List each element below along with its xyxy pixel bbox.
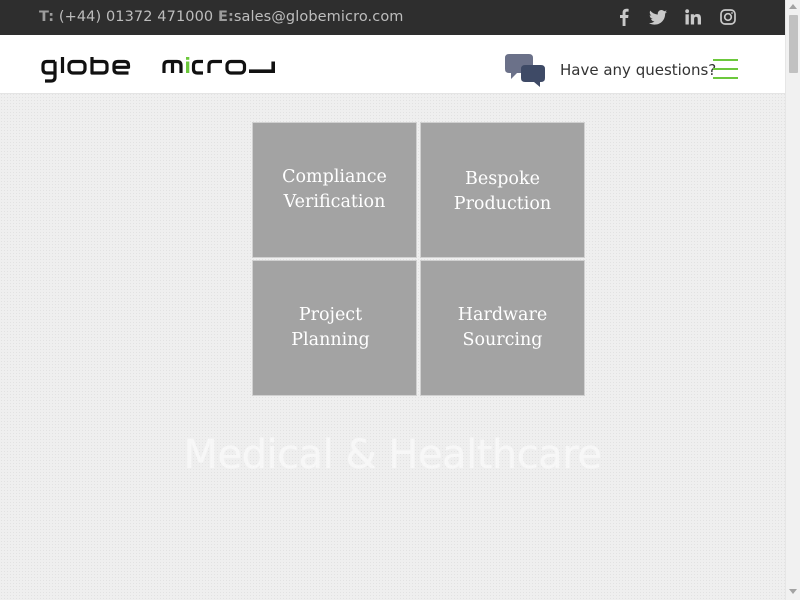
linkedin-icon[interactable] bbox=[683, 7, 703, 27]
tile-hardware-sourcing[interactable]: Hardware Sourcing bbox=[420, 260, 585, 396]
tile-compliance-verification[interactable]: Compliance Verification bbox=[252, 122, 417, 258]
tile-label-line2: Verification bbox=[283, 192, 386, 212]
tile-label-line2: Planning bbox=[291, 330, 370, 350]
section-title: Medical & Healthcare bbox=[183, 432, 602, 478]
tile-label-line2: Sourcing bbox=[462, 330, 543, 350]
menu-hamburger-icon[interactable] bbox=[713, 57, 739, 81]
tile-label-line2: Production bbox=[453, 194, 552, 214]
site-header: Have any questions? bbox=[0, 35, 785, 94]
page-scrollbar[interactable] bbox=[785, 0, 800, 600]
scroll-up-arrow-icon[interactable] bbox=[789, 4, 797, 9]
globe-micro-logo[interactable] bbox=[41, 57, 277, 83]
page-viewport: T: (+44) 01372 471000 E:sales@globemicro… bbox=[0, 0, 785, 600]
email-link[interactable]: sales@globemicro.com bbox=[234, 9, 404, 25]
phone-number[interactable]: (+44) 01372 471000 bbox=[59, 9, 213, 25]
chat-bubbles-icon bbox=[505, 52, 547, 88]
tile-project-planning[interactable]: Project Planning bbox=[252, 260, 417, 396]
tile-label-line1: Project bbox=[298, 305, 363, 325]
contact-info: T: (+44) 01372 471000 E:sales@globemicro… bbox=[39, 9, 404, 25]
instagram-icon[interactable] bbox=[718, 7, 738, 27]
tile-label-line1: Bespoke bbox=[465, 169, 540, 189]
top-bar: T: (+44) 01372 471000 E:sales@globemicro… bbox=[0, 0, 785, 35]
scroll-down-arrow-icon[interactable] bbox=[789, 589, 797, 594]
scroll-thumb[interactable] bbox=[789, 15, 798, 73]
phone-prefix: T: bbox=[39, 9, 55, 25]
tile-bespoke-production[interactable]: Bespoke Production bbox=[420, 122, 585, 258]
twitter-icon[interactable] bbox=[648, 7, 668, 27]
email-prefix: E: bbox=[217, 9, 234, 25]
tile-label-line1: Hardware bbox=[457, 305, 548, 325]
facebook-icon[interactable] bbox=[614, 7, 634, 27]
tile-label-line1: Compliance bbox=[282, 167, 387, 187]
questions-text[interactable]: Have any questions? bbox=[560, 61, 716, 79]
